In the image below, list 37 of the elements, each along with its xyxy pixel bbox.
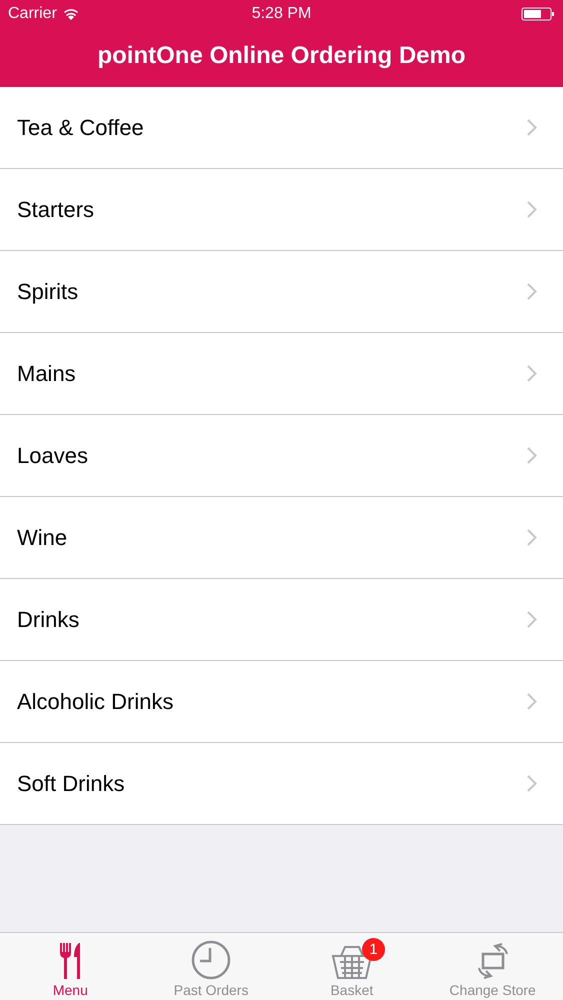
chevron-icon [527, 283, 537, 300]
chevron-icon [527, 611, 537, 628]
menu-category-row[interactable]: Loaves [0, 415, 563, 497]
category-label: Wine [17, 524, 68, 550]
menu-category-row[interactable]: Spirits [0, 251, 563, 333]
category-label: Alcoholic Drinks [17, 688, 174, 714]
tab-item[interactable]: 1 Basket [282, 933, 422, 1000]
menu-category-row[interactable]: Soft Drinks [0, 743, 563, 825]
battery-icon [521, 7, 555, 21]
menu-category-row[interactable]: Tea & Coffee [0, 87, 563, 169]
status-time: 5:28 PM [252, 5, 312, 23]
category-label: Starters [17, 196, 94, 222]
chevron-icon [527, 119, 537, 136]
menu-category-row[interactable]: Drinks [0, 579, 563, 661]
nav-title: pointOne Online Ordering Demo [97, 42, 466, 70]
category-label: Mains [17, 360, 76, 386]
clock-icon [191, 940, 232, 980]
chevron-icon [527, 693, 537, 710]
tab-item[interactable]: Menu [0, 933, 141, 1000]
menu-category-row[interactable]: Wine [0, 497, 563, 579]
fork-knife-icon [58, 942, 82, 980]
chevron-icon [527, 201, 537, 218]
category-label: Soft Drinks [17, 770, 125, 796]
menu-category-row[interactable]: Starters [0, 169, 563, 251]
carrier-label: Carrier [8, 5, 57, 23]
category-label: Drinks [17, 606, 80, 632]
wifi-icon [62, 8, 79, 20]
count-badge: 1 [362, 938, 385, 961]
chevron-icon [527, 529, 537, 546]
chevron-icon [527, 775, 537, 792]
menu-category-row[interactable]: Mains [0, 333, 563, 415]
category-label: Spirits [17, 278, 78, 304]
category-label: Loaves [17, 442, 88, 468]
chevron-icon [527, 365, 537, 382]
menu-category-row[interactable]: Alcoholic Drinks [0, 661, 563, 743]
chevron-icon [527, 447, 537, 464]
category-label: Tea & Coffee [17, 114, 144, 140]
